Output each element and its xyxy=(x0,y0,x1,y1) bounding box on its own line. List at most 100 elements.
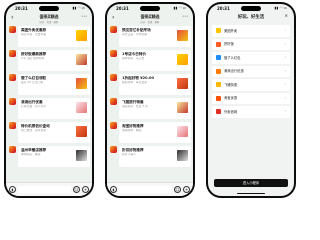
message-thumbnail xyxy=(177,150,188,161)
message-subtitle: 最高 20 元无门槛 xyxy=(21,81,44,85)
message-bubble[interactable]: 1号店今日特价 限时秒杀 · 马上抢 xyxy=(119,50,191,71)
avatar xyxy=(9,26,16,33)
plus-icon[interactable]: + xyxy=(183,186,190,193)
plane-icon xyxy=(216,82,221,87)
message-list: 预见百亿补贴专场 官方正品 · 全场包邮 1号店今日特价 限时秒杀 · 马上抢 … xyxy=(107,26,193,170)
dynamic-island xyxy=(140,6,160,11)
chevron-right-icon: › xyxy=(284,68,286,73)
chat-subtitle: 好价 · 优惠 · 爆料 xyxy=(39,21,59,24)
message-thumbnail xyxy=(177,102,188,113)
message-bubble[interactable]: 飞猪旅行特惠 酒店机票 · 低至 5 折 xyxy=(119,98,191,119)
message-thumbnail xyxy=(177,78,188,89)
message-subtitle: 酒店机票 · 低至 5 折 xyxy=(122,105,148,109)
message-card[interactable]: 折扣好物推荐 好价不等人 xyxy=(107,146,193,168)
message-title: 拼好饭爆款推荐 xyxy=(21,52,47,56)
menu-item-label: 滴滴出行优惠 xyxy=(224,69,244,73)
back-arrow-icon[interactable]: ‹ xyxy=(112,15,114,21)
message-input[interactable] xyxy=(18,186,71,193)
message-title: 1号店今日特价 xyxy=(122,52,147,56)
dynamic-island xyxy=(241,6,261,11)
menu-item[interactable]: 淘宝优惠 › xyxy=(212,92,290,104)
more-icon[interactable]: ⋯ xyxy=(81,14,87,20)
chevron-right-icon: › xyxy=(284,95,286,100)
message-card[interactable]: 饿了么红包领取 最高 20 元无门槛 xyxy=(6,74,92,96)
message-card[interactable]: 特价机票低价查询 热门航线 · 实时更新 xyxy=(6,122,92,144)
back-arrow-icon[interactable]: ‹ xyxy=(11,15,13,21)
voice-icon[interactable]: ◖ xyxy=(9,186,16,193)
message-bubble[interactable]: 淘宝好物推荐 热销榜单 · 精选 xyxy=(119,122,191,143)
message-bubble[interactable]: 饿了么红包领取 最高 20 元无门槛 xyxy=(18,74,90,95)
avatar xyxy=(110,50,117,57)
plus-icon[interactable]: + xyxy=(82,186,89,193)
message-bubble[interactable]: 滴滴出行优惠 打车立减 · 新人专享 xyxy=(18,98,90,119)
message-thumbnail xyxy=(76,78,87,89)
more-icon[interactable]: ⋯ xyxy=(182,14,188,20)
menu-item[interactable]: 飞猪特惠 › xyxy=(212,79,290,91)
voice-icon[interactable]: ◖ xyxy=(110,186,117,193)
avatar xyxy=(110,74,117,81)
emoji-icon[interactable]: ☺ xyxy=(174,186,181,193)
message-thumbnail xyxy=(76,150,87,161)
message-subtitle: 9.9 元起 限时抢购 xyxy=(21,57,45,61)
chat-subtitle: 好价 · 优惠 · 爆料 xyxy=(140,21,160,24)
message-bubble[interactable]: 美团外卖优惠券 每日可领 · 点击查看 xyxy=(18,26,90,47)
car-icon xyxy=(216,68,221,74)
message-input[interactable] xyxy=(119,186,172,193)
menu-item[interactable]: 美团外卖 › xyxy=(212,25,290,37)
chat-header: ‹ 值得买精选 好价 · 优惠 · 爆料 ⋯ xyxy=(107,13,193,25)
menu-item[interactable]: 外卖官网 › xyxy=(212,106,290,118)
message-card[interactable]: 飞猪旅行特惠 酒店机票 · 低至 5 折 xyxy=(107,98,193,120)
shopping-bag-icon xyxy=(216,28,221,33)
message-title: 饿了么红包领取 xyxy=(21,76,47,80)
red-packet-icon xyxy=(216,55,221,60)
message-thumbnail xyxy=(177,30,188,41)
menu-item[interactable]: 拼好饭 › xyxy=(212,38,290,50)
status-bar: 20:31 ▮▮ ◠ ▭ xyxy=(208,4,294,14)
message-bubble[interactable]: 温州早餐店推荐 本地好店 · 精选 xyxy=(18,146,90,167)
message-subtitle: 超值清单 · 每日更新 xyxy=(122,81,148,85)
message-card[interactable]: 温州早餐店推荐 本地好店 · 精选 xyxy=(6,146,92,168)
status-time: 20:31 xyxy=(116,6,129,11)
status-time: 20:31 xyxy=(15,6,28,11)
avatar xyxy=(110,146,117,153)
menu-title: 好玩、好生活 xyxy=(237,15,265,20)
phone-chat-2: 20:31 ▮▮ ◠ ▭ ‹ 值得买精选 好价 · 优惠 · 爆料 ⋯ 预见百亿… xyxy=(105,2,195,198)
message-card[interactable]: 预见百亿补贴专场 官方正品 · 全场包邮 xyxy=(107,26,193,48)
chat-header: ‹ 值得买精选 好价 · 优惠 · 爆料 ⋯ xyxy=(6,13,92,25)
avatar xyxy=(9,98,16,105)
message-card[interactable]: 淘宝好物推荐 热销榜单 · 精选 xyxy=(107,122,193,144)
chevron-right-icon: › xyxy=(284,55,286,59)
message-bubble[interactable]: 折扣好物推荐 好价不等人 xyxy=(119,146,191,167)
message-bubble[interactable]: 特价机票低价查询 热门航线 · 实时更新 xyxy=(18,122,90,143)
message-card[interactable]: 1折起好物 ¥20.00 超值清单 · 每日更新 xyxy=(107,74,193,96)
cart-icon xyxy=(216,109,221,114)
menu-item[interactable]: 滴滴出行优惠 › xyxy=(212,65,290,77)
message-card[interactable]: 美团外卖优惠券 每日可领 · 点击查看 xyxy=(6,26,92,48)
message-title: 飞猪旅行特惠 xyxy=(122,100,144,104)
menu-item-label: 淘宝优惠 xyxy=(224,96,238,100)
chat-screen: 20:31 ▮▮ ◠ ▭ ‹ 值得买精选 好价 · 优惠 · 爆料 ⋯ 预见百亿… xyxy=(107,4,193,196)
status-icons: ▮▮ ◠ ▭ xyxy=(274,6,287,10)
emoji-icon[interactable]: ☺ xyxy=(73,186,80,193)
avatar xyxy=(9,146,16,153)
phone-menu: 20:31 ▮▮ ◠ ▭ 好玩、好生活 × 美团外卖 › 拼好饭 › 饿了么红包… xyxy=(206,2,296,198)
status-icons: ▮▮ ◠ ▭ xyxy=(72,6,85,10)
status-icons: ▮▮ ◠ ▭ xyxy=(173,6,186,10)
close-icon[interactable]: × xyxy=(284,14,288,19)
message-subtitle: 好价不等人 xyxy=(122,153,136,157)
message-card[interactable]: 拼好饭爆款推荐 9.9 元起 限时抢购 xyxy=(6,50,92,72)
message-card[interactable]: 滴滴出行优惠 打车立减 · 新人专享 xyxy=(6,98,92,120)
message-bubble[interactable]: 拼好饭爆款推荐 9.9 元起 限时抢购 xyxy=(18,50,90,71)
taobao-icon xyxy=(216,95,221,101)
message-bubble[interactable]: 1折起好物 ¥20.00 超值清单 · 每日更新 xyxy=(119,74,191,95)
message-title: 特价机票低价查询 xyxy=(21,124,50,128)
message-bubble[interactable]: 预见百亿补贴专场 官方正品 · 全场包邮 xyxy=(119,26,191,47)
menu-item-label: 美团外卖 xyxy=(224,28,238,33)
dynamic-island xyxy=(39,6,59,11)
message-thumbnail xyxy=(76,126,87,137)
message-card[interactable]: 1号店今日特价 限时秒杀 · 马上抢 xyxy=(107,50,193,72)
message-thumbnail xyxy=(76,54,87,65)
enter-mini-program-button[interactable]: 进入小程序 xyxy=(214,179,288,187)
menu-item-label: 拼好饭 xyxy=(224,42,234,46)
menu-item[interactable]: 饿了么红包 › xyxy=(212,52,290,64)
